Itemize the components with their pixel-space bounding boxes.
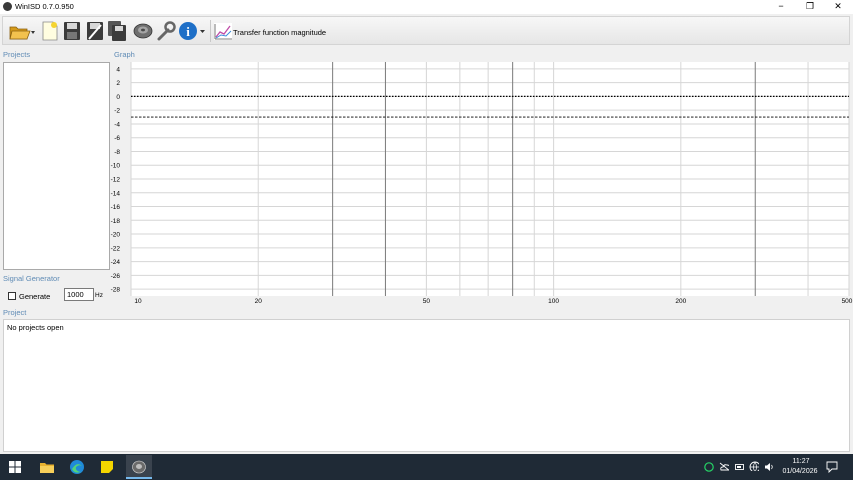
- x-tick-labels: 10 20 50 100 200 500: [134, 298, 852, 305]
- transfer-function-graph[interactable]: 420-2-4-6-8-10-12-14-16-18-20-22-24-26-2…: [110, 60, 853, 310]
- svg-text:i: i: [186, 24, 190, 39]
- graph-type-label[interactable]: Transfer function magnitude: [233, 28, 326, 37]
- info-button[interactable]: i: [178, 20, 208, 42]
- volume-icon[interactable]: [764, 462, 774, 472]
- x-tick-label: 100: [548, 298, 559, 305]
- save-all-icon: [108, 21, 126, 41]
- driver-icon: [133, 23, 153, 39]
- x-tick-label: 10: [134, 298, 142, 305]
- frequency-input[interactable]: [64, 288, 94, 301]
- y-tick-label: -4: [114, 121, 120, 128]
- y-tick-label: -12: [111, 177, 121, 184]
- notifications-icon[interactable]: [826, 461, 838, 473]
- new-project-icon: [42, 21, 58, 41]
- save-button[interactable]: [62, 20, 82, 42]
- y-tick-label: -28: [111, 287, 121, 294]
- graph-type-button[interactable]: [213, 20, 233, 42]
- save-icon: [64, 22, 80, 40]
- winisd-taskbar-icon[interactable]: [130, 458, 148, 476]
- save-all-button[interactable]: [107, 20, 127, 42]
- y-tick-label: -22: [111, 245, 121, 252]
- driver-editor-button[interactable]: [133, 20, 153, 42]
- y-tick-label: -20: [111, 232, 121, 239]
- y-tick-label: -14: [111, 190, 121, 197]
- y-tick-label: 2: [116, 80, 120, 87]
- y-tick-label: -2: [114, 108, 120, 115]
- y-tick-label: -18: [111, 218, 121, 225]
- y-tick-label: -24: [111, 259, 121, 266]
- close-button[interactable]: ✕: [823, 0, 853, 14]
- projects-list[interactable]: [3, 62, 110, 270]
- generate-label: Generate: [19, 292, 51, 301]
- toolbar: i Transfer function magnitude: [2, 16, 850, 45]
- x-tick-label: 50: [423, 298, 431, 305]
- y-tick-label: 4: [116, 66, 120, 73]
- y-tick-label: -16: [111, 204, 121, 211]
- minimize-button[interactable]: −: [766, 0, 796, 14]
- sticky-notes-icon[interactable]: [98, 458, 116, 476]
- frequency-unit: Hz: [95, 292, 103, 299]
- graph-icon: [214, 23, 232, 40]
- signal-generator-label: Signal Generator: [3, 274, 60, 283]
- y-tick-label: -6: [114, 135, 120, 142]
- battery-icon[interactable]: [735, 462, 745, 472]
- y-tick-labels: 4 2 0 -2 -4 -6 -8 -10 -12 -14 -16 -18 -20 -22 -24 -26 -2…: [111, 66, 121, 293]
- clock-time[interactable]: 11:27: [786, 458, 816, 465]
- file-explorer-icon[interactable]: [38, 458, 56, 476]
- generate-checkbox[interactable]: [8, 292, 16, 300]
- open-button[interactable]: [8, 20, 36, 42]
- clock-date[interactable]: 01/04/2026: [778, 468, 822, 475]
- edge-browser-icon[interactable]: [68, 458, 86, 476]
- save-as-icon: [87, 22, 103, 40]
- graph-label: Graph: [114, 50, 135, 59]
- y-tick-label: -26: [111, 273, 121, 280]
- winisd-app-icon: [3, 2, 12, 11]
- windows-start-icon[interactable]: [6, 458, 24, 476]
- projects-label: Projects: [3, 50, 31, 59]
- tools-button[interactable]: [156, 20, 176, 42]
- whatsapp-icon[interactable]: [704, 462, 714, 472]
- tools-wrench-icon: [157, 21, 176, 41]
- window-title: WinISD 0.7.0.950: [15, 2, 74, 11]
- save-as-button[interactable]: [85, 20, 105, 42]
- x-tick-label: 500: [842, 298, 853, 305]
- toolbar-separator: [210, 20, 211, 42]
- info-icon: i: [179, 22, 205, 40]
- maximize-button[interactable]: ❐: [795, 0, 825, 14]
- new-project-button[interactable]: [40, 20, 60, 42]
- open-folder-icon: [9, 26, 35, 40]
- y-tick-label: -10: [111, 163, 121, 170]
- x-tick-label: 20: [255, 298, 263, 305]
- y-tick-label: -8: [114, 149, 120, 156]
- y-tick-label: 0: [116, 94, 120, 101]
- project-label: Project: [3, 308, 27, 317]
- x-tick-label: 200: [675, 298, 686, 305]
- onedrive-icon[interactable]: [719, 462, 729, 472]
- project-status-text: No projects open: [7, 323, 64, 332]
- project-panel[interactable]: No projects open: [3, 319, 850, 452]
- network-icon[interactable]: [749, 461, 759, 471]
- title-bar: WinISD 0.7.0.950 − ❐ ✕: [0, 0, 853, 14]
